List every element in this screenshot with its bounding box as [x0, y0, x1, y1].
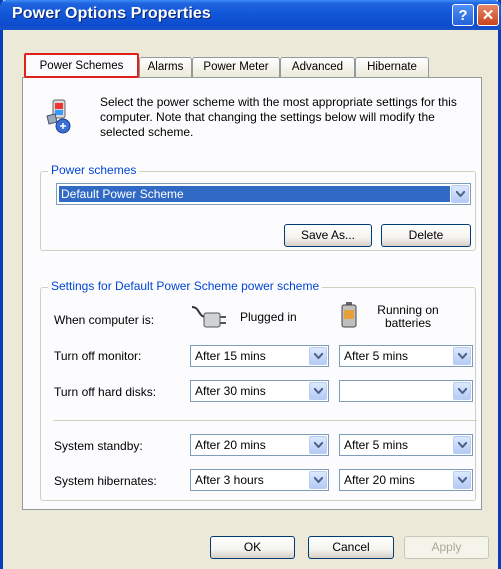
monitor-plugged-dropdown[interactable]: After 15 mins: [190, 345, 329, 367]
power-scheme-dropdown[interactable]: Default Power Scheme: [56, 183, 471, 205]
save-as-button[interactable]: Save As...: [284, 224, 372, 247]
power-scheme-value: Default Power Scheme: [61, 187, 184, 201]
delete-button[interactable]: Delete: [381, 224, 471, 247]
help-icon: ?: [458, 6, 468, 24]
turn-off-hard-disks-label: Turn off hard disks:: [54, 385, 157, 399]
close-button[interactable]: ✕: [477, 4, 499, 26]
chevron-down-icon[interactable]: [309, 382, 327, 400]
title-bar[interactable]: Power Options Properties ? ✕: [0, 0, 501, 30]
chevron-down-icon[interactable]: [453, 471, 471, 489]
window-title: Power Options Properties: [12, 5, 211, 22]
standby-plugged-dropdown[interactable]: After 20 mins: [190, 434, 329, 456]
settings-divider: [53, 420, 477, 421]
monitor-batteries-value: After 5 mins: [344, 349, 409, 363]
hibernate-plugged-dropdown[interactable]: After 3 hours: [190, 469, 329, 491]
running-on-batteries-label: Running on batteries: [377, 303, 439, 330]
help-button[interactable]: ?: [452, 4, 474, 26]
settings-group-label: Settings for Default Power Scheme power …: [48, 279, 323, 293]
tab-power-schemes[interactable]: Power Schemes: [24, 53, 139, 78]
chevron-down-icon[interactable]: [453, 347, 471, 365]
battery-icon: [340, 301, 358, 329]
chevron-down-icon[interactable]: [309, 347, 327, 365]
power-schemes-group-label: Power schemes: [48, 163, 140, 177]
chevron-down-icon[interactable]: [309, 436, 327, 454]
standby-batteries-value: After 5 mins: [344, 438, 409, 452]
ok-button[interactable]: OK: [210, 536, 295, 559]
when-computer-is-label: When computer is:: [54, 313, 155, 327]
power-options-icon: [41, 96, 81, 136]
hard-disks-plugged-value: After 30 mins: [195, 384, 266, 398]
standby-batteries-dropdown[interactable]: After 5 mins: [339, 434, 473, 456]
hibernate-batteries-value: After 20 mins: [344, 473, 415, 487]
cancel-button[interactable]: Cancel: [308, 536, 394, 559]
plug-icon: [190, 303, 230, 335]
system-hibernates-label: System hibernates:: [54, 474, 157, 488]
hibernate-plugged-value: After 3 hours: [195, 473, 264, 487]
chevron-down-icon[interactable]: [453, 436, 471, 454]
chevron-down-icon[interactable]: [453, 382, 471, 400]
plugged-in-label: Plugged in: [240, 310, 297, 324]
hard-disks-batteries-dropdown[interactable]: [339, 380, 473, 402]
apply-button[interactable]: Apply: [404, 536, 489, 559]
chevron-down-icon[interactable]: [451, 185, 469, 203]
tab-alarms[interactable]: Alarms: [139, 57, 192, 77]
turn-off-monitor-label: Turn off monitor:: [54, 349, 142, 363]
hibernate-batteries-dropdown[interactable]: After 20 mins: [339, 469, 473, 491]
monitor-plugged-value: After 15 mins: [195, 349, 266, 363]
power-options-window: Power Options Properties ? ✕ Power Schem…: [0, 0, 501, 569]
close-icon: ✕: [481, 7, 495, 24]
monitor-batteries-dropdown[interactable]: After 5 mins: [339, 345, 473, 367]
tab-advanced[interactable]: Advanced: [280, 57, 355, 77]
intro-description: Select the power scheme with the most ap…: [100, 95, 457, 139]
system-standby-label: System standby:: [54, 439, 143, 453]
standby-plugged-value: After 20 mins: [195, 438, 266, 452]
tab-hibernate[interactable]: Hibernate: [355, 57, 429, 77]
hard-disks-plugged-dropdown[interactable]: After 30 mins: [190, 380, 329, 402]
tab-power-meter[interactable]: Power Meter: [192, 57, 280, 77]
chevron-down-icon[interactable]: [309, 471, 327, 489]
